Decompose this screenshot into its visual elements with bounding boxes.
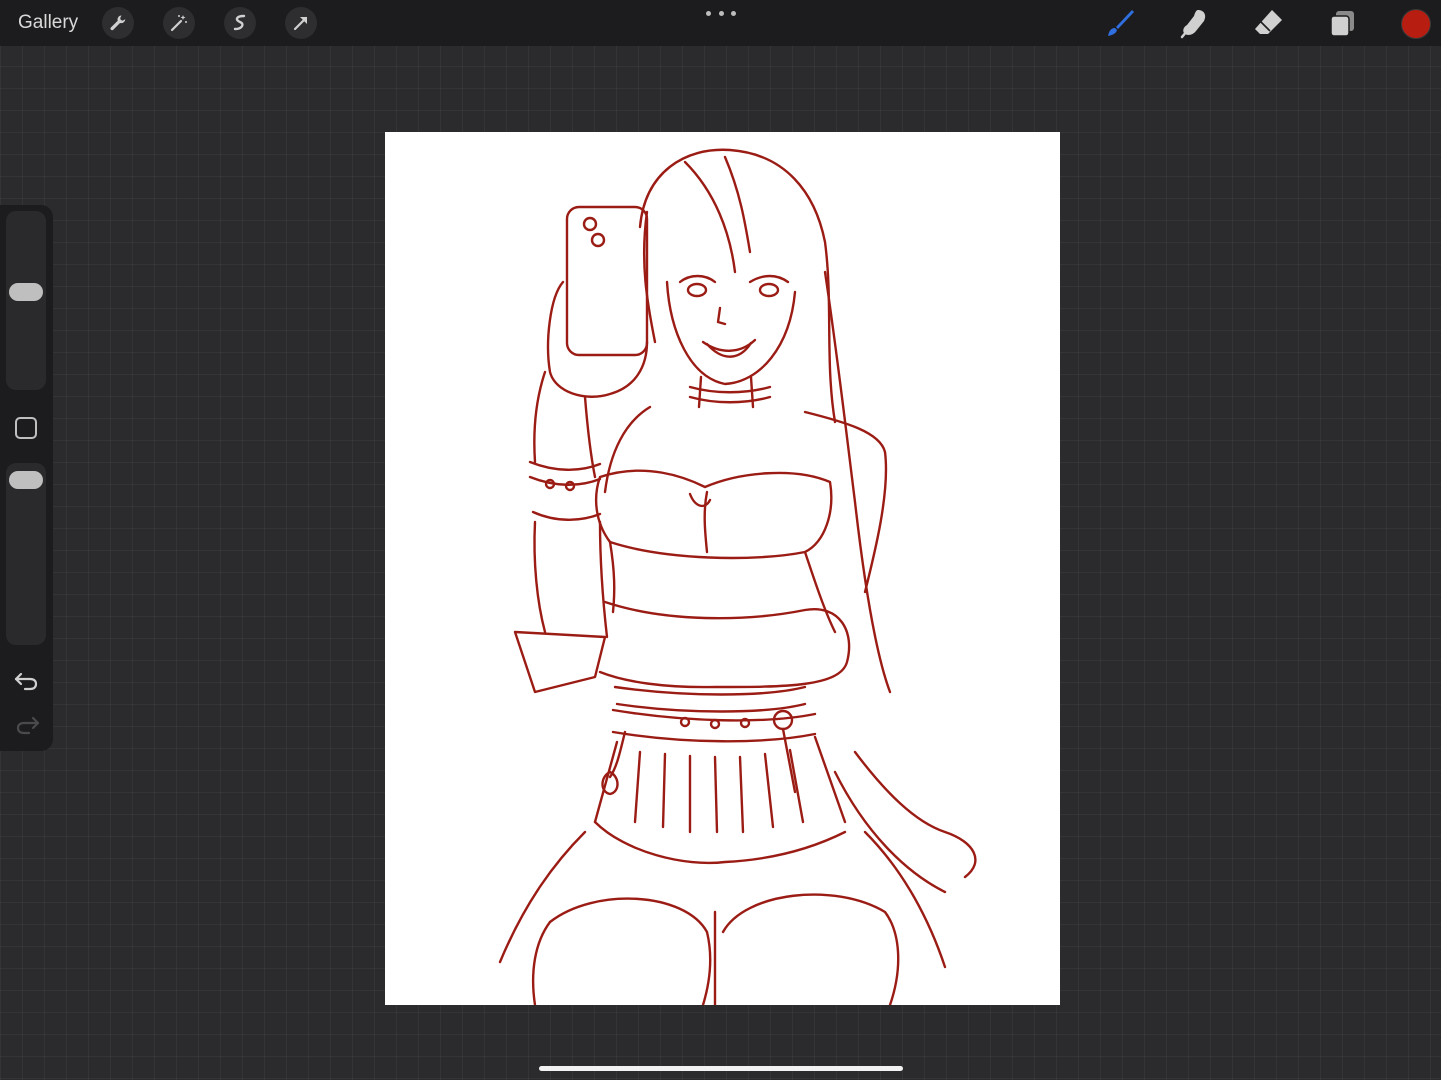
- home-indicator[interactable]: [539, 1066, 903, 1071]
- layers-icon: [1330, 11, 1354, 37]
- brush-icon: [1108, 10, 1134, 36]
- transform-button[interactable]: [285, 7, 317, 39]
- drawing-canvas[interactable]: [385, 132, 1060, 1005]
- opacity-slider-thumb[interactable]: [9, 471, 43, 490]
- dot-icon: [706, 10, 711, 16]
- redo-icon: [16, 716, 40, 735]
- color-picker-button[interactable]: [1401, 9, 1431, 39]
- wrench-icon: [110, 15, 126, 31]
- selection-button[interactable]: [224, 7, 256, 39]
- side-toolbar: [0, 205, 53, 751]
- smudge-icon: [1180, 10, 1206, 39]
- actions-button[interactable]: [102, 7, 134, 39]
- brush-size-slider-thumb[interactable]: [9, 283, 43, 302]
- undo-icon: [14, 672, 38, 691]
- brush-size-slider[interactable]: [6, 211, 46, 390]
- eraser-icon: [1255, 10, 1282, 34]
- transform-arrow-icon: [293, 16, 308, 31]
- opacity-slider[interactable]: [6, 463, 46, 645]
- eraser-tool-button[interactable]: [1251, 6, 1285, 40]
- modify-button[interactable]: [15, 417, 37, 439]
- adjustments-button[interactable]: [163, 7, 195, 39]
- dot-icon: [718, 10, 724, 16]
- sketch-drawing: [498, 148, 977, 1005]
- paint-tool-button[interactable]: [1103, 6, 1137, 40]
- redo-button[interactable]: [13, 710, 41, 738]
- more-options-button[interactable]: [706, 6, 736, 20]
- magic-wand-icon: [170, 15, 187, 32]
- gallery-button[interactable]: Gallery: [12, 10, 84, 36]
- layers-button[interactable]: [1325, 6, 1359, 40]
- dot-icon: [731, 10, 736, 16]
- selection-icon: [233, 14, 246, 31]
- smudge-tool-button[interactable]: [1177, 6, 1211, 40]
- undo-button[interactable]: [13, 666, 41, 694]
- top-toolbar: Gallery: [0, 0, 1441, 46]
